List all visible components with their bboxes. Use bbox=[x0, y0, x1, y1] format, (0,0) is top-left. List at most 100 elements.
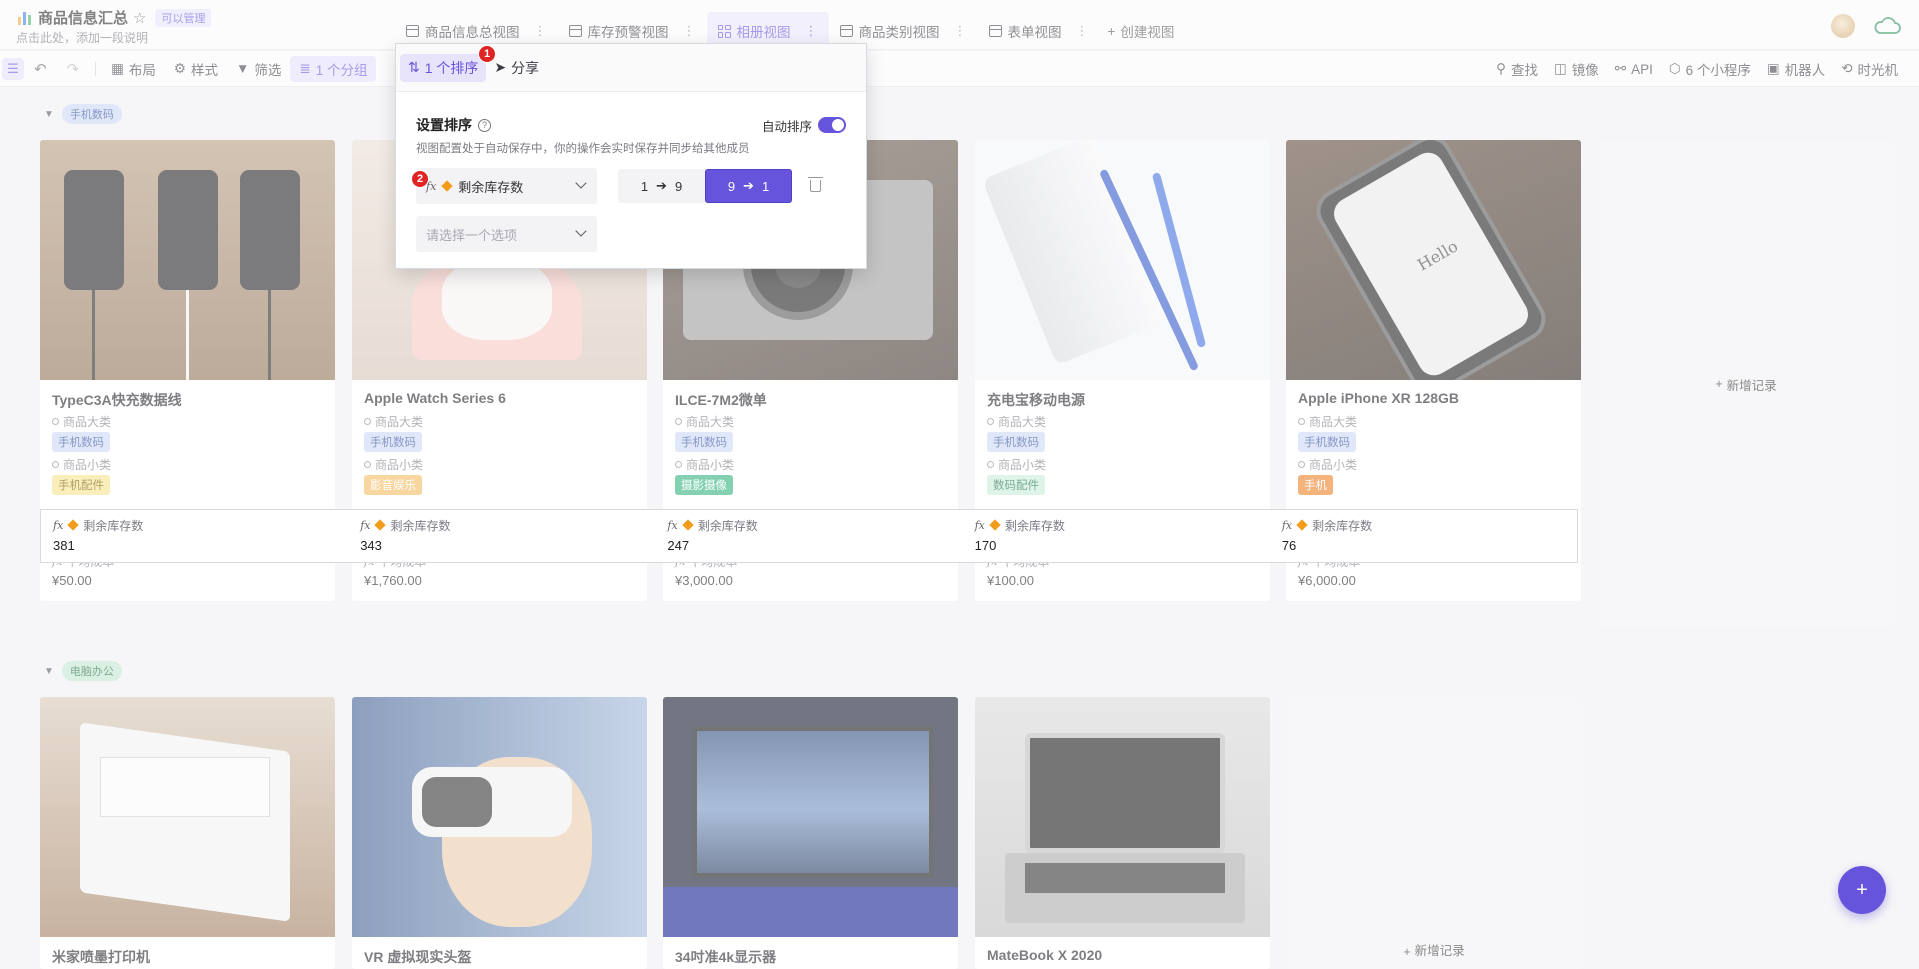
more-icon[interactable]: ⋮ bbox=[683, 23, 696, 39]
stock-value: 76 bbox=[1281, 538, 1297, 553]
tab-label: 库存预警视图 bbox=[587, 25, 669, 40]
category-chip: 手机数码 bbox=[987, 432, 1045, 452]
link-field-icon bbox=[675, 460, 682, 468]
find-button[interactable]: ⚲ 查找 bbox=[1489, 56, 1545, 82]
add-fab-button[interactable]: + bbox=[1838, 866, 1886, 914]
step-badge-2: 2 bbox=[411, 170, 429, 188]
link-field-icon bbox=[1298, 417, 1305, 425]
tab-form[interactable]: 表单视图 ⋮ bbox=[978, 12, 1100, 50]
permission-badge: 可以管理 bbox=[155, 8, 212, 27]
app-title-text[interactable]: 商品信息汇总 bbox=[38, 7, 128, 28]
tab-label: 表单视图 bbox=[1007, 25, 1062, 40]
bar-chart-icon bbox=[18, 11, 33, 25]
style-label: 样式 bbox=[191, 62, 219, 78]
auto-sort-label: 自动排序 bbox=[761, 119, 812, 134]
tab-label: 商品信息总视图 bbox=[425, 25, 520, 40]
field-label: 商品小类 bbox=[663, 454, 958, 474]
sort-ascending-button[interactable]: 1 ➔ 9 bbox=[618, 169, 705, 203]
gallery-card[interactable]: 34吋准4k显示器 bbox=[663, 697, 958, 969]
time-machine-button[interactable]: ⟲ 时光机 bbox=[1834, 56, 1905, 82]
help-icon[interactable]: ? bbox=[478, 118, 491, 132]
link-field-icon bbox=[987, 460, 994, 468]
cost-value: ¥1,760.00 bbox=[364, 573, 422, 588]
api-button[interactable]: ⚯ API bbox=[1608, 56, 1660, 82]
card-title: ILCE-7M2微单 bbox=[675, 392, 767, 408]
filter-label: 筛选 bbox=[254, 62, 282, 78]
caret-down-icon[interactable]: ▼ bbox=[44, 109, 54, 120]
add-record-card[interactable]: + 新增记录 bbox=[1598, 140, 1894, 628]
subcategory-chip: 手机 bbox=[1298, 475, 1333, 495]
find-label: 查找 bbox=[1511, 63, 1539, 78]
time-machine-label: 时光机 bbox=[1857, 63, 1899, 78]
category-chip: 手机数码 bbox=[1298, 432, 1356, 452]
sort-popover: ⇅ 1 个排序 ➤ 分享 设置排序 ? 自动排序 视图配置处于自动保存中，你的操… bbox=[395, 43, 867, 269]
caret-down-icon[interactable]: ▼ bbox=[44, 666, 54, 677]
gear-icon: ⚙ bbox=[173, 60, 187, 76]
select-placeholder: 请选择一个选项 bbox=[426, 227, 518, 243]
create-view-label: 创建视图 bbox=[1120, 25, 1175, 40]
field-label: 商品大类 bbox=[1286, 411, 1581, 431]
star-icon[interactable]: ☆ bbox=[133, 9, 146, 27]
app-description[interactable]: 点击此处，添加一段说明 bbox=[16, 29, 148, 46]
mirror-button[interactable]: ◫ 镜像 bbox=[1547, 56, 1606, 82]
cost-value: ¥6,000.00 bbox=[1298, 573, 1356, 588]
avatar[interactable] bbox=[1831, 14, 1855, 38]
formula-icon: fx bbox=[667, 518, 678, 532]
widget-icon: ⬡ bbox=[1668, 61, 1681, 76]
add-record-label: 新增记录 bbox=[1414, 944, 1465, 958]
more-icon[interactable]: ⋮ bbox=[805, 23, 818, 39]
cloud-sync-icon[interactable] bbox=[1873, 17, 1901, 35]
sort-button[interactable]: ⇅ 1 个排序 bbox=[400, 53, 487, 82]
link-field-icon bbox=[364, 417, 371, 425]
group-button[interactable]: ≣ 1 个分组 bbox=[290, 55, 377, 82]
undo-icon[interactable]: ↶ bbox=[24, 60, 57, 78]
add-sort-field-select[interactable]: 请选择一个选项 bbox=[416, 216, 597, 252]
filter-button[interactable]: ▼ 筛选 bbox=[227, 56, 290, 82]
sort-descending-button[interactable]: 9 ➔ 1 bbox=[705, 169, 792, 203]
stock-cell: fx 剩余库存数 170 bbox=[963, 510, 1270, 562]
category-chip: 手机数码 bbox=[52, 432, 110, 452]
widgets-button[interactable]: ⬡ 6 个小程序 bbox=[1662, 56, 1758, 82]
diamond-icon bbox=[682, 519, 694, 531]
more-icon[interactable]: ⋮ bbox=[954, 23, 967, 39]
sort-direction-group: 1 ➔ 9 9 ➔ 1 bbox=[618, 169, 792, 203]
group-header-computers[interactable]: ▼ 电脑办公 bbox=[44, 661, 122, 681]
share-button[interactable]: ➤ 分享 bbox=[486, 54, 547, 82]
gallery-card[interactable]: 米家喷墨打印机 bbox=[40, 697, 335, 969]
create-view-button[interactable]: + 创建视图 bbox=[1100, 12, 1183, 50]
field-label: 商品大类 bbox=[40, 411, 335, 431]
cost-value: ¥100.00 bbox=[987, 573, 1034, 588]
more-icon[interactable]: ⋮ bbox=[534, 23, 547, 39]
robot-label: 机器人 bbox=[1784, 63, 1826, 78]
more-icon[interactable]: ⋮ bbox=[1076, 23, 1089, 39]
field-label: 商品小类 bbox=[40, 454, 335, 474]
sort-icon: ⇅ bbox=[408, 59, 420, 75]
app-title[interactable]: 商品信息汇总 ☆ 可以管理 bbox=[18, 7, 212, 28]
subcategory-chip: 手机配件 bbox=[52, 475, 110, 495]
sort-field-select[interactable]: fx 剩余库存数 bbox=[416, 168, 597, 204]
formula-icon: fx bbox=[1281, 518, 1293, 532]
card-title: TypeC3A快充数据线 bbox=[52, 392, 182, 408]
link-field-icon bbox=[987, 417, 994, 425]
layout-button[interactable]: ▦ 布局 bbox=[102, 56, 165, 82]
gallery-card[interactable]: MateBook X 2020 bbox=[975, 697, 1270, 969]
redo-icon[interactable]: ↷ bbox=[57, 60, 90, 78]
robot-icon: ▣ bbox=[1766, 61, 1780, 76]
gallery-card[interactable]: VR 虚拟现实头盔 bbox=[352, 697, 647, 969]
history-icon: ⟲ bbox=[1841, 61, 1853, 76]
layout-label: 布局 bbox=[128, 62, 156, 78]
style-button[interactable]: ⚙ 样式 bbox=[165, 56, 227, 82]
group-header-phones[interactable]: ▼ 手机数码 bbox=[44, 104, 122, 124]
robot-button[interactable]: ▣ 机器人 bbox=[1760, 56, 1832, 82]
sidebar-toggle-icon[interactable]: ☰ bbox=[2, 57, 24, 80]
add-record-card[interactable]: + 新增记录 bbox=[1286, 697, 1582, 969]
stock-cell: fx 剩余库存数 343 bbox=[348, 510, 655, 562]
trash-icon[interactable] bbox=[808, 177, 823, 192]
group-icon: ≣ bbox=[299, 60, 311, 76]
view-toolbar: ☰ ↶ ↷ ▦ 布局 ⚙ 样式 ▼ 筛选 ≣ 1 个分组 ⚲ 查找 ◫ 镜像 ⚯ API ⬡ 6… bbox=[0, 51, 1919, 87]
auto-sort-toggle[interactable] bbox=[818, 117, 846, 133]
diamond-icon bbox=[67, 519, 79, 531]
search-icon: ⚲ bbox=[1496, 61, 1507, 76]
link-field-icon bbox=[52, 460, 59, 468]
sort-field-value: 剩余库存数 bbox=[458, 179, 524, 195]
